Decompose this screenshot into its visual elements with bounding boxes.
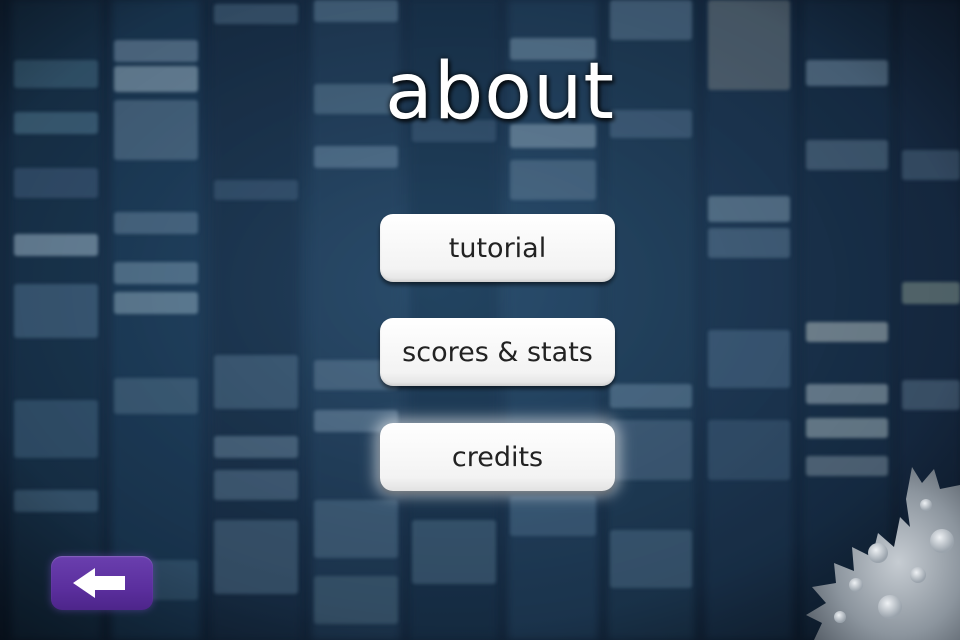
left-arrow-icon bbox=[73, 568, 125, 598]
scores-stats-button[interactable]: scores & stats bbox=[380, 318, 615, 386]
credits-button[interactable]: credits bbox=[380, 423, 615, 491]
tutorial-button[interactable]: tutorial bbox=[380, 214, 615, 282]
page-title: about bbox=[384, 47, 616, 137]
back-button[interactable] bbox=[51, 556, 153, 610]
virus-cell-icon bbox=[806, 467, 960, 640]
